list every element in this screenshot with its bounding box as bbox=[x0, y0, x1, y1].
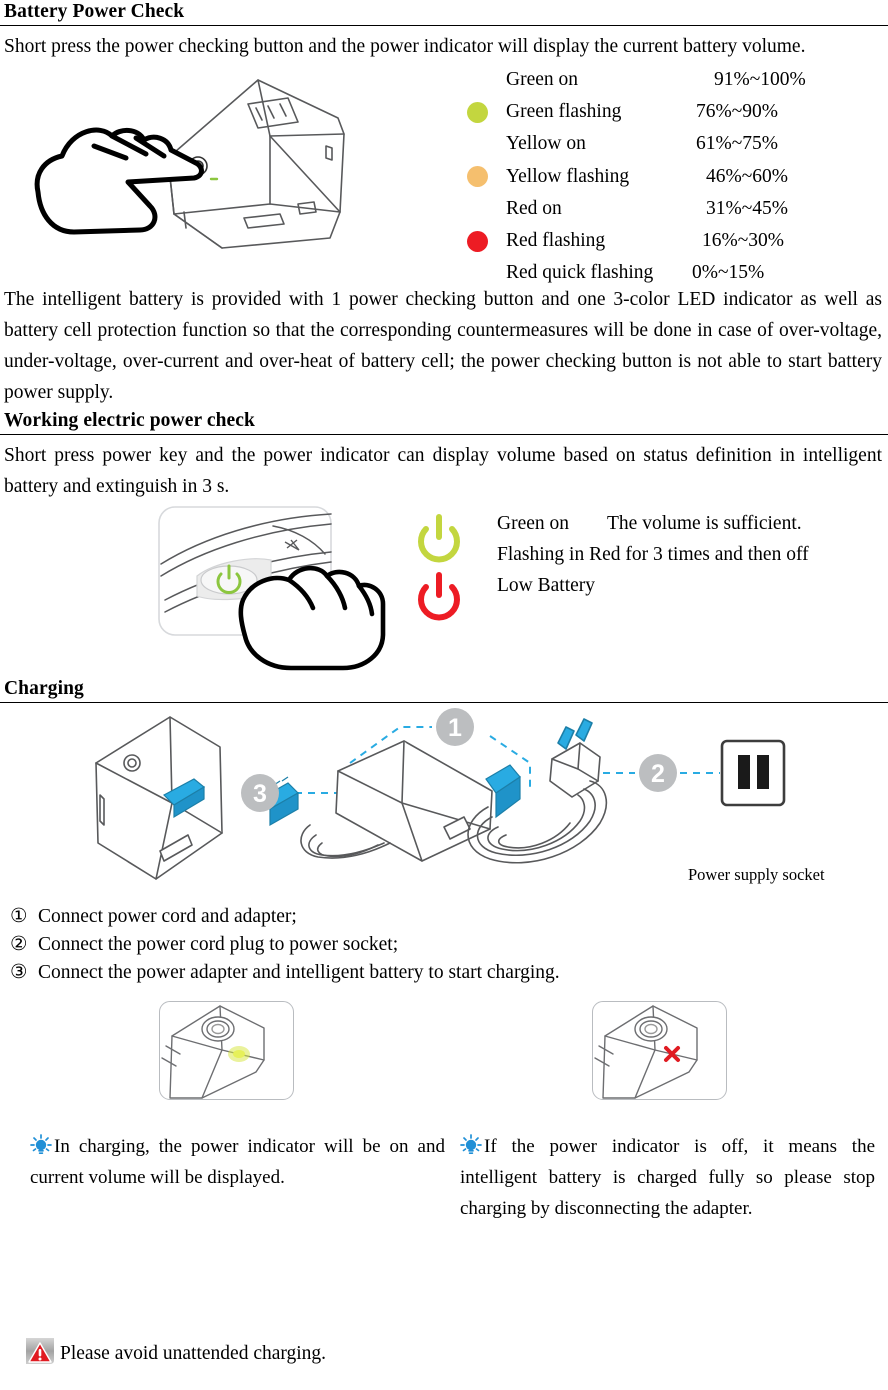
charging-tip-right-text: If the power indicator is off, it means … bbox=[460, 1136, 875, 1219]
svg-text:2: 2 bbox=[651, 760, 665, 788]
led-state-label: Yellow flashing bbox=[506, 165, 630, 187]
charging-tips: In charging, the power indicator will be… bbox=[0, 1131, 888, 1251]
charging-step-item: ① Connect power cord and adapter; bbox=[10, 903, 888, 931]
charging-warning: Please avoid unattended charging. bbox=[24, 1336, 326, 1369]
battery-power-check-intro: Short press the power checking button an… bbox=[4, 36, 806, 57]
led-range-value: 0%~15% bbox=[692, 262, 765, 284]
section-heading-battery-power-check: Battery Power Check bbox=[0, 0, 888, 26]
led-range-value: 76%~90% bbox=[696, 101, 779, 123]
svg-text:1: 1 bbox=[448, 714, 462, 742]
charging-step-item: ② Connect the power cord plug to power so… bbox=[10, 931, 888, 959]
step-number: ③ bbox=[10, 962, 28, 983]
charging-steps-list: ① Connect power cord and adapter; ② Connec… bbox=[0, 903, 888, 987]
led-state-label: Red on bbox=[506, 197, 562, 219]
battery-indicator-photos bbox=[0, 1001, 888, 1119]
led-state-label: Red quick flashing bbox=[506, 262, 654, 284]
led-dot-cell bbox=[448, 101, 506, 123]
legend-red-meaning: Low Battery bbox=[497, 575, 596, 596]
red-led-dot-icon bbox=[466, 230, 488, 252]
hand-pressing-battery-illustration bbox=[8, 62, 438, 284]
battery-power-check-description: The intelligent battery is provided with… bbox=[4, 289, 882, 403]
led-status-row: Yellow on 61%~75% bbox=[448, 128, 888, 160]
svg-text:3: 3 bbox=[253, 780, 267, 808]
step-number: ① bbox=[10, 906, 28, 927]
bulb-icon bbox=[460, 1134, 482, 1156]
legend-red-state: Flashing in Red for 3 times and then off bbox=[497, 544, 809, 565]
green-power-symbol-icon bbox=[415, 512, 463, 566]
document-page: Battery Power Check Short press the powe… bbox=[0, 0, 888, 1390]
led-status-row: Red quick flashing 0%~15% bbox=[448, 257, 888, 289]
section-heading-charging: Charging bbox=[0, 677, 888, 703]
led-state-label: Green flashing bbox=[506, 101, 622, 123]
power-supply-socket-label: Power supply socket bbox=[688, 865, 825, 884]
step-number: ② bbox=[10, 934, 28, 955]
hand-pressing-power-key-illustration bbox=[155, 504, 405, 674]
section-heading-working-power-check: Working electric power check bbox=[0, 408, 888, 435]
charging-warning-text: Please avoid unattended charging. bbox=[60, 1343, 327, 1364]
bulb-icon bbox=[30, 1134, 52, 1156]
yellow-led-dot-icon bbox=[466, 166, 488, 188]
working-power-check-block: Green on The volume is sufficient. Flashi… bbox=[0, 502, 888, 677]
led-range-value: 16%~30% bbox=[702, 230, 785, 252]
legend-green-state: Green on bbox=[497, 513, 570, 534]
step-text: Connect the power adapter and intelligen… bbox=[38, 962, 560, 983]
led-range-value: 31%~45% bbox=[706, 197, 789, 219]
led-dot-cell bbox=[448, 166, 506, 188]
led-range-value: 61%~75% bbox=[696, 133, 779, 155]
led-status-row: Red on 31%~45% bbox=[448, 193, 888, 225]
led-state-label: Green on bbox=[506, 69, 579, 91]
led-status-row: Green flashing 76%~90% bbox=[448, 96, 888, 128]
legend-green-meaning: The volume is sufficient. bbox=[607, 513, 802, 534]
led-state-label: Red flashing bbox=[506, 230, 606, 252]
green-led-dot-icon bbox=[466, 101, 488, 123]
working-power-legend-text: Green on The volume is sufficient. Flashi… bbox=[497, 508, 809, 601]
led-status-row: Green on 91%~100% bbox=[448, 64, 888, 96]
charging-step-item: ③ Connect the power adapter and intellige… bbox=[10, 959, 888, 987]
charging-connection-diagram: 1 2 3 bbox=[60, 703, 820, 888]
working-power-check-intro: Short press power key and the power indi… bbox=[4, 445, 882, 497]
step-text: Connect the power cord plug to power soc… bbox=[38, 934, 399, 955]
led-status-row: Yellow flashing 46%~60% bbox=[448, 161, 888, 193]
charging-tip-left: In charging, the power indicator will be… bbox=[30, 1131, 445, 1193]
led-range-value: 91%~100% bbox=[714, 69, 806, 91]
led-status-row: Red flashing 16%~30% bbox=[448, 225, 888, 257]
charging-tip-left-text: In charging, the power indicator will be… bbox=[30, 1136, 445, 1188]
step-text: Connect power cord and adapter; bbox=[38, 906, 297, 927]
led-range-value: 46%~60% bbox=[706, 165, 789, 187]
led-status-block: Green on 91%~100% Green flashing 76%~90%… bbox=[0, 62, 888, 284]
battery-led-on-photo bbox=[159, 1001, 294, 1100]
led-dot-cell bbox=[448, 230, 506, 252]
battery-led-off-photo bbox=[592, 1001, 727, 1100]
warning-triangle-icon bbox=[24, 1336, 58, 1366]
charging-tip-right: If the power indicator is off, it means … bbox=[460, 1131, 875, 1224]
led-status-table: Green on 91%~100% Green flashing 76%~90%… bbox=[448, 64, 888, 289]
led-state-label: Yellow on bbox=[506, 133, 586, 155]
red-power-symbol-icon bbox=[415, 570, 463, 624]
wall-socket-icon bbox=[720, 739, 786, 807]
legend-line-green: Green on The volume is sufficient. bbox=[497, 508, 809, 539]
